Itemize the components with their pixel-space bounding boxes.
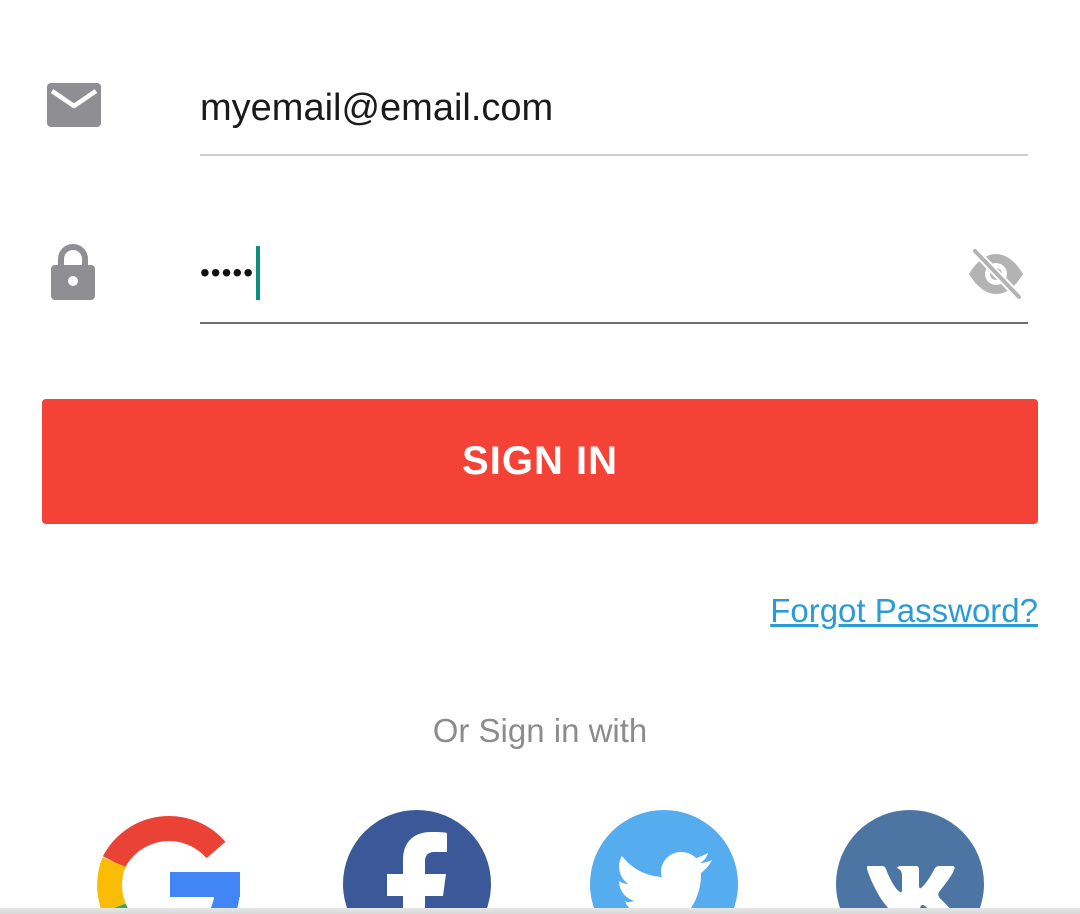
vk-signin-button[interactable] — [836, 810, 984, 914]
twitter-signin-button[interactable] — [590, 810, 738, 914]
text-caret — [256, 246, 261, 300]
facebook-icon — [387, 832, 447, 914]
email-field[interactable]: myemail@email.com — [200, 70, 1028, 156]
google-icon — [97, 816, 240, 914]
lock-icon — [51, 244, 95, 300]
sign-in-button[interactable]: SIGN IN — [42, 399, 1038, 524]
bottom-bar-edge — [0, 908, 1080, 914]
email-value: myemail@email.com — [200, 87, 554, 129]
social-signin-heading: Or Sign in with — [432, 712, 648, 749]
forgot-password-link[interactable]: Forgot Password? — [770, 592, 1038, 630]
facebook-signin-button[interactable] — [343, 810, 491, 914]
password-field[interactable]: ••••• — [200, 238, 1028, 324]
google-signin-button[interactable] — [96, 810, 244, 914]
twitter-icon — [619, 852, 712, 914]
vk-icon — [867, 866, 955, 914]
envelope-icon — [47, 83, 101, 127]
eye-off-icon[interactable] — [966, 246, 1026, 302]
password-masked-value: ••••• — [200, 257, 255, 288]
